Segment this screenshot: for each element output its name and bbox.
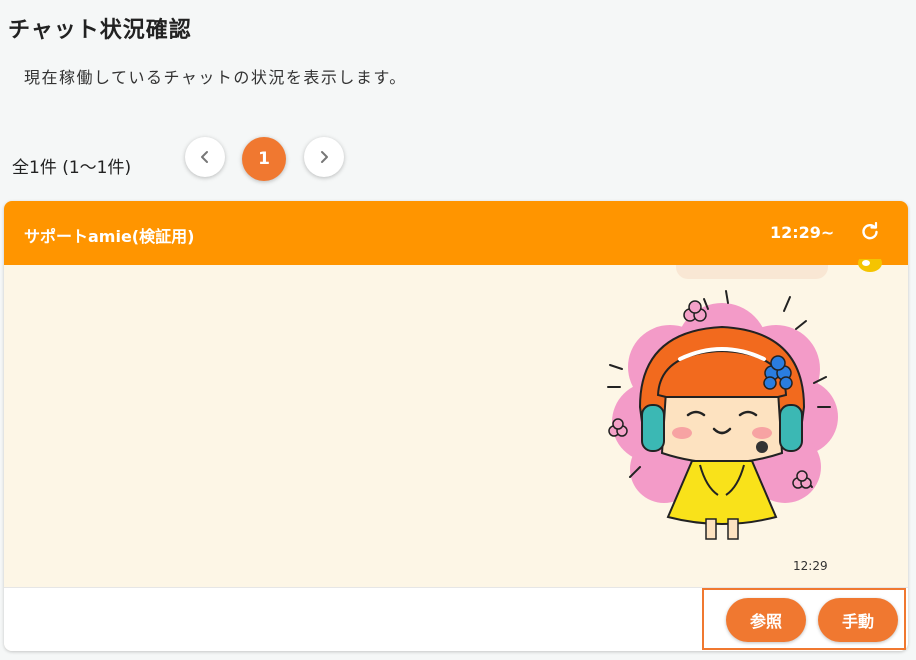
- refresh-icon[interactable]: [860, 222, 880, 242]
- message-timestamp: 12:29: [793, 559, 828, 573]
- chat-card: サポートamie(検証用) 12:29~ 12:29: [4, 201, 908, 651]
- page-description: 現在稼働しているチャットの状況を表示します。: [24, 68, 407, 87]
- girl-headset-sticker-icon: [607, 290, 838, 540]
- next-page-button[interactable]: [304, 137, 344, 177]
- page-1-button[interactable]: 1: [242, 137, 286, 181]
- manual-button[interactable]: 手動: [818, 598, 898, 642]
- view-button[interactable]: 参照: [726, 598, 806, 642]
- chevron-right-icon: [321, 151, 328, 163]
- chat-start-time: 12:29~: [770, 223, 835, 242]
- result-count: 全1件 (1〜1件): [12, 158, 132, 178]
- chat-card-header: サポートamie(検証用) 12:29~: [4, 201, 908, 265]
- page-title: チャット状況確認: [8, 18, 192, 43]
- operator-avatar-icon: [858, 259, 882, 272]
- prev-page-button[interactable]: [185, 137, 225, 177]
- chat-title: サポートamie(検証用): [24, 227, 195, 246]
- chevron-left-icon: [201, 151, 208, 163]
- previous-message-bubble: [676, 265, 828, 279]
